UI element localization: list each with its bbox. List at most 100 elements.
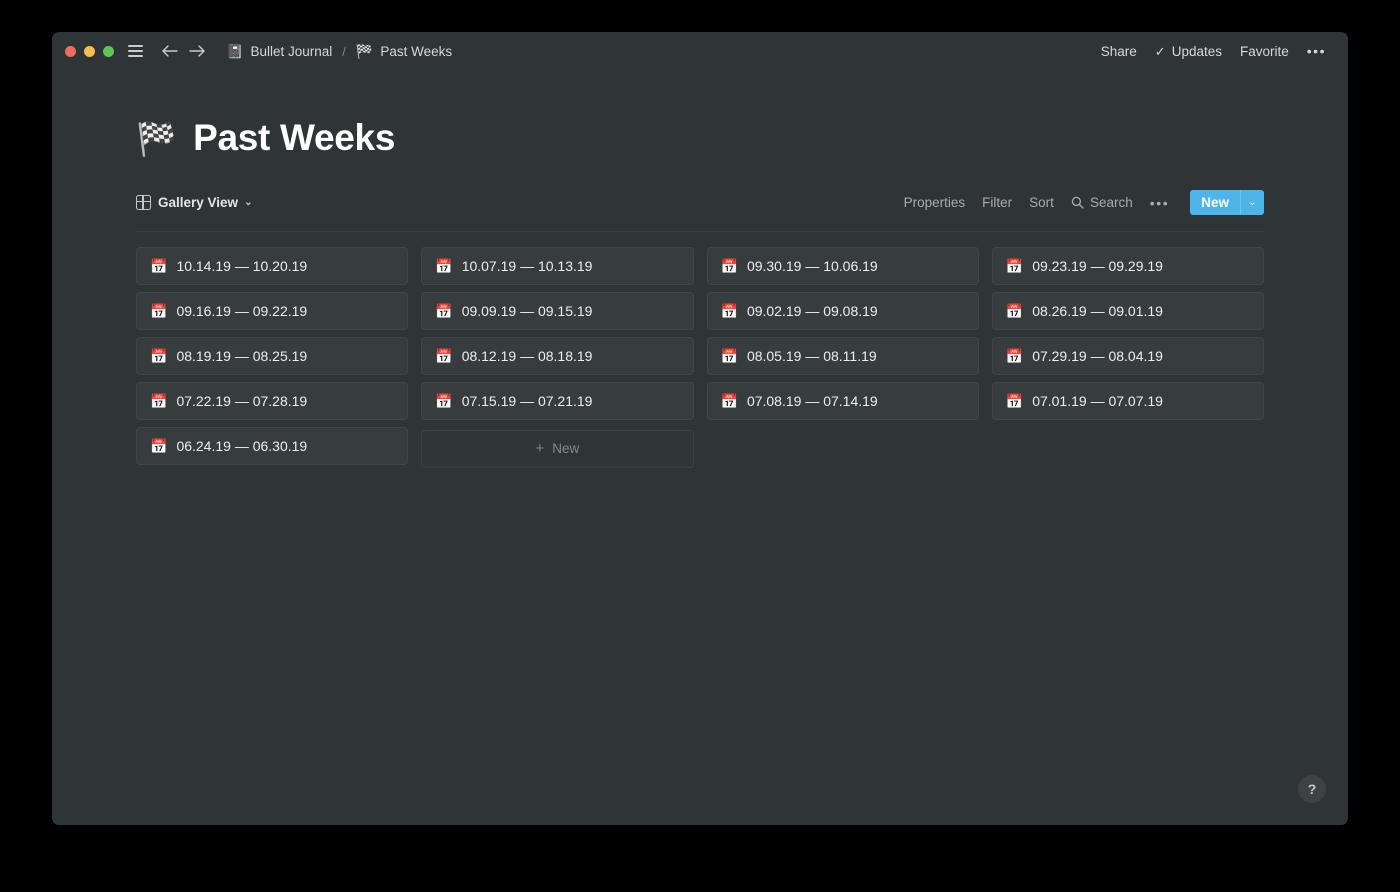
calendar-icon: 📅	[150, 437, 168, 454]
breadcrumb: 📓 Bullet Journal / 🏁 Past Weeks	[223, 42, 455, 61]
toolbar-more-menu-button[interactable]: •••	[1150, 196, 1170, 210]
filter-button[interactable]: Filter	[982, 195, 1012, 210]
checkered-flag-icon: 🏁	[355, 43, 374, 59]
calendar-icon: 📅	[435, 392, 453, 409]
share-label: Share	[1100, 43, 1137, 59]
calendar-icon: 📅	[720, 257, 738, 274]
page-content: 🏁 Past Weeks Gallery View ⌄ Properties F…	[52, 117, 1348, 468]
hamburger-line	[128, 55, 143, 57]
traffic-lights	[65, 45, 114, 57]
view-toolbar: Gallery View ⌄ Properties Filter Sort Se…	[136, 188, 1264, 218]
calendar-icon: 📅	[435, 347, 453, 364]
help-button[interactable]: ?	[1298, 775, 1326, 803]
search-button[interactable]: Search	[1071, 195, 1133, 210]
favorite-button[interactable]: Favorite	[1240, 44, 1289, 59]
gallery-new-card-button[interactable]: + New	[421, 429, 694, 468]
notebook-icon: 📓	[226, 43, 244, 59]
title-bar-actions: Share ✓ Updates Favorite •••	[1101, 44, 1326, 59]
gallery-card[interactable]: 📅 09.09.19 — 09.15.19	[421, 291, 694, 330]
window-more-menu-button[interactable]: •••	[1307, 44, 1326, 58]
gallery-new-card-label: New	[552, 441, 580, 457]
gallery-card[interactable]: 📅 10.14.19 — 10.20.19	[136, 246, 409, 285]
gallery-card[interactable]: 📅 08.05.19 — 08.11.19	[706, 336, 979, 375]
search-label: Search	[1089, 195, 1133, 211]
calendar-icon: 📅	[1005, 392, 1024, 409]
updates-button[interactable]: ✓ Updates	[1155, 44, 1222, 59]
gallery-card-title: 07.22.19 — 07.28.19	[176, 392, 308, 409]
calendar-icon: 📅	[150, 392, 168, 409]
new-button[interactable]: New	[1190, 190, 1240, 216]
calendar-icon: 📅	[435, 302, 453, 319]
calendar-icon: 📅	[1005, 257, 1024, 274]
ellipsis-icon: •••	[1306, 43, 1326, 59]
checkered-flag-icon[interactable]: 🏁	[136, 122, 177, 155]
gallery-card-title: 10.14.19 — 10.20.19	[176, 257, 308, 274]
new-button-group[interactable]: New ⌄	[1190, 190, 1264, 216]
gallery-card-title: 08.05.19 — 08.11.19	[746, 347, 877, 364]
gallery-card-title: 09.02.19 — 09.08.19	[746, 302, 878, 319]
view-label: Gallery View	[158, 195, 239, 211]
gallery-card[interactable]: 📅 07.15.19 — 07.21.19	[421, 381, 694, 420]
new-button-dropdown-icon[interactable]: ⌄	[1240, 190, 1264, 216]
gallery-card[interactable]: 📅 06.24.19 — 06.30.19	[136, 426, 409, 465]
calendar-icon: 📅	[1005, 302, 1024, 319]
calendar-icon: 📅	[435, 257, 453, 274]
gallery-card[interactable]: 📅 07.01.19 — 07.07.19	[991, 381, 1264, 420]
gallery-card[interactable]: 📅 08.26.19 — 09.01.19	[991, 291, 1264, 330]
page-title[interactable]: Past Weeks	[193, 117, 395, 159]
gallery-card[interactable]: 📅 08.19.19 — 08.25.19	[136, 336, 409, 375]
gallery-card-title: 08.19.19 — 08.25.19	[176, 347, 308, 364]
forward-arrow-icon[interactable]	[187, 41, 207, 61]
calendar-icon: 📅	[720, 302, 738, 319]
gallery-card-title: 07.01.19 — 07.07.19	[1032, 392, 1163, 409]
gallery-card-title: 09.16.19 — 09.22.19	[176, 302, 308, 319]
share-button[interactable]: Share	[1101, 44, 1137, 59]
gallery-card[interactable]: 📅 09.30.19 — 10.06.19	[706, 246, 979, 285]
minimize-window-button[interactable]	[84, 45, 95, 57]
sidebar-toggle-icon[interactable]	[128, 45, 143, 57]
tab-gallery-view[interactable]: Gallery View ⌄	[136, 195, 253, 211]
gallery-card-title: 10.07.19 — 10.13.19	[461, 257, 593, 274]
sort-button[interactable]: Sort	[1029, 195, 1054, 210]
gallery-card[interactable]: 📅 07.22.19 — 07.28.19	[136, 381, 409, 420]
gallery-card[interactable]: 📅 09.23.19 — 09.29.19	[991, 246, 1264, 285]
gallery-card[interactable]: 📅 07.29.19 — 08.04.19	[991, 336, 1264, 375]
calendar-icon: 📅	[720, 347, 738, 364]
hamburger-line	[128, 50, 143, 52]
gallery-card-title: 08.26.19 — 09.01.19	[1032, 302, 1163, 319]
breadcrumb-item-bullet-journal[interactable]: 📓 Bullet Journal	[223, 42, 335, 61]
gallery-card[interactable]: 📅 09.16.19 — 09.22.19	[136, 291, 409, 330]
title-bar: 📓 Bullet Journal / 🏁 Past Weeks Share ✓ …	[52, 32, 1348, 70]
calendar-icon: 📅	[150, 302, 168, 319]
gallery-grid: 📅 10.14.19 — 10.20.19 📅 10.07.19 — 10.13.19…	[136, 246, 1264, 468]
search-icon	[1071, 196, 1084, 209]
breadcrumb-item-past-weeks[interactable]: 🏁 Past Weeks	[353, 42, 455, 61]
favorite-label: Favorite	[1240, 43, 1289, 59]
breadcrumb-label: Past Weeks	[380, 43, 453, 59]
chevron-down-icon: ⌄	[244, 196, 253, 208]
grid-icon	[136, 195, 151, 211]
hamburger-line	[128, 45, 143, 47]
page-title-row: 🏁 Past Weeks	[136, 117, 1264, 159]
gallery-card[interactable]: 📅 08.12.19 — 08.18.19	[421, 336, 694, 375]
gallery-card-title: 09.23.19 — 09.29.19	[1032, 257, 1163, 274]
gallery-card[interactable]: 📅 07.08.19 — 07.14.19	[706, 381, 979, 420]
toolbar-divider	[136, 230, 1264, 232]
close-window-button[interactable]	[65, 45, 76, 57]
gallery-card-title: 09.30.19 — 10.06.19	[746, 257, 878, 274]
check-icon: ✓	[1154, 43, 1166, 59]
gallery-card-title: 07.08.19 — 07.14.19	[746, 392, 878, 409]
properties-button[interactable]: Properties	[904, 195, 966, 210]
calendar-icon: 📅	[1005, 347, 1024, 364]
calendar-icon: 📅	[150, 257, 168, 274]
breadcrumb-label: Bullet Journal	[250, 43, 333, 59]
maximize-window-button[interactable]	[103, 45, 114, 57]
gallery-card-title: 07.15.19 — 07.21.19	[461, 392, 593, 409]
back-arrow-icon[interactable]	[159, 41, 179, 61]
gallery-card[interactable]: 📅 09.02.19 — 09.08.19	[706, 291, 979, 330]
calendar-icon: 📅	[720, 392, 738, 409]
gallery-card-title: 08.12.19 — 08.18.19	[461, 347, 593, 364]
breadcrumb-separator: /	[342, 43, 346, 59]
gallery-card[interactable]: 📅 10.07.19 — 10.13.19	[421, 246, 694, 285]
gallery-card-title: 07.29.19 — 08.04.19	[1032, 347, 1163, 364]
